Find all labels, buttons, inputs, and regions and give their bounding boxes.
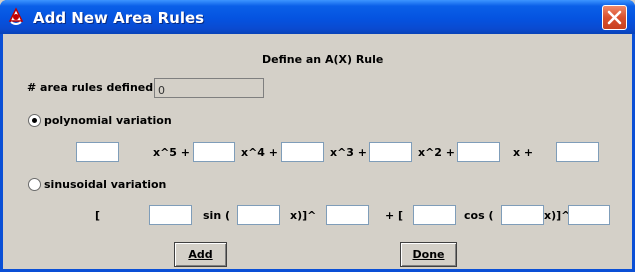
sin-exponent-field[interactable] [326, 205, 369, 227]
add-button[interactable]: Add [174, 242, 227, 267]
coeff-x0-field[interactable] [556, 142, 599, 164]
coeff-x4-input[interactable] [194, 145, 234, 164]
rule-count-value [155, 81, 263, 100]
cos-amplitude-input[interactable] [414, 208, 455, 227]
dialog-content: Define an A(X) Rule # area rules defined… [3, 34, 632, 269]
coeff-x3-field[interactable] [281, 142, 324, 164]
sin-amplitude-input[interactable] [150, 208, 191, 227]
sin-exponent-input[interactable] [327, 208, 368, 227]
cos-label: cos ( [464, 209, 494, 222]
plus-bracket: + [ [385, 209, 404, 222]
cos-frequency-input[interactable] [502, 208, 543, 227]
sin-frequency-input[interactable] [238, 208, 279, 227]
coeff-x2-field[interactable] [369, 142, 412, 164]
polynomial-radio[interactable] [28, 114, 41, 127]
done-button[interactable]: Done [400, 242, 457, 267]
term-x2: x^2 + [418, 146, 456, 159]
cos-exponent-input[interactable] [569, 208, 609, 227]
sin-frequency-field[interactable] [237, 205, 280, 227]
cos-exponent-field[interactable] [568, 205, 610, 227]
sin-amplitude-field[interactable] [149, 205, 192, 227]
cos-power-label: x)]^ [544, 209, 571, 222]
sinusoidal-radio[interactable] [28, 178, 41, 191]
coeff-x3-input[interactable] [282, 145, 323, 164]
window-title: Add New Area Rules [33, 9, 205, 27]
close-button[interactable] [602, 5, 627, 30]
coeff-x1-field[interactable] [457, 142, 500, 164]
form-heading: Define an A(X) Rule [262, 53, 384, 66]
coeff-x5-field[interactable] [76, 142, 119, 164]
open-bracket: [ [95, 209, 101, 222]
dialog-window: Add New Area Rules Define an A(X) Rule #… [0, 0, 635, 272]
coeff-x4-field[interactable] [193, 142, 235, 164]
cos-frequency-field[interactable] [501, 205, 544, 227]
close-icon [607, 10, 622, 25]
term-x4: x^4 + [241, 146, 279, 159]
rule-count-field [154, 78, 264, 100]
radio-selected-dot [32, 118, 37, 123]
coeff-x2-input[interactable] [370, 145, 411, 164]
rule-count-label: # area rules defined [27, 81, 154, 94]
cos-amplitude-field[interactable] [413, 205, 456, 227]
polynomial-label[interactable]: polynomial variation [44, 114, 172, 128]
app-icon [7, 7, 25, 27]
term-x5: x^5 + [153, 146, 191, 159]
term-x1: x + [513, 146, 534, 159]
coeff-x0-input[interactable] [557, 145, 598, 164]
sinusoidal-label[interactable]: sinusoidal variation [44, 178, 166, 192]
term-x3: x^3 + [330, 146, 368, 159]
sin-power-label: x)]^ [290, 209, 317, 222]
coeff-x5-input[interactable] [77, 145, 118, 164]
sin-label: sin ( [203, 209, 231, 222]
coeff-x1-input[interactable] [458, 145, 499, 164]
title-bar[interactable]: Add New Area Rules [0, 0, 635, 34]
